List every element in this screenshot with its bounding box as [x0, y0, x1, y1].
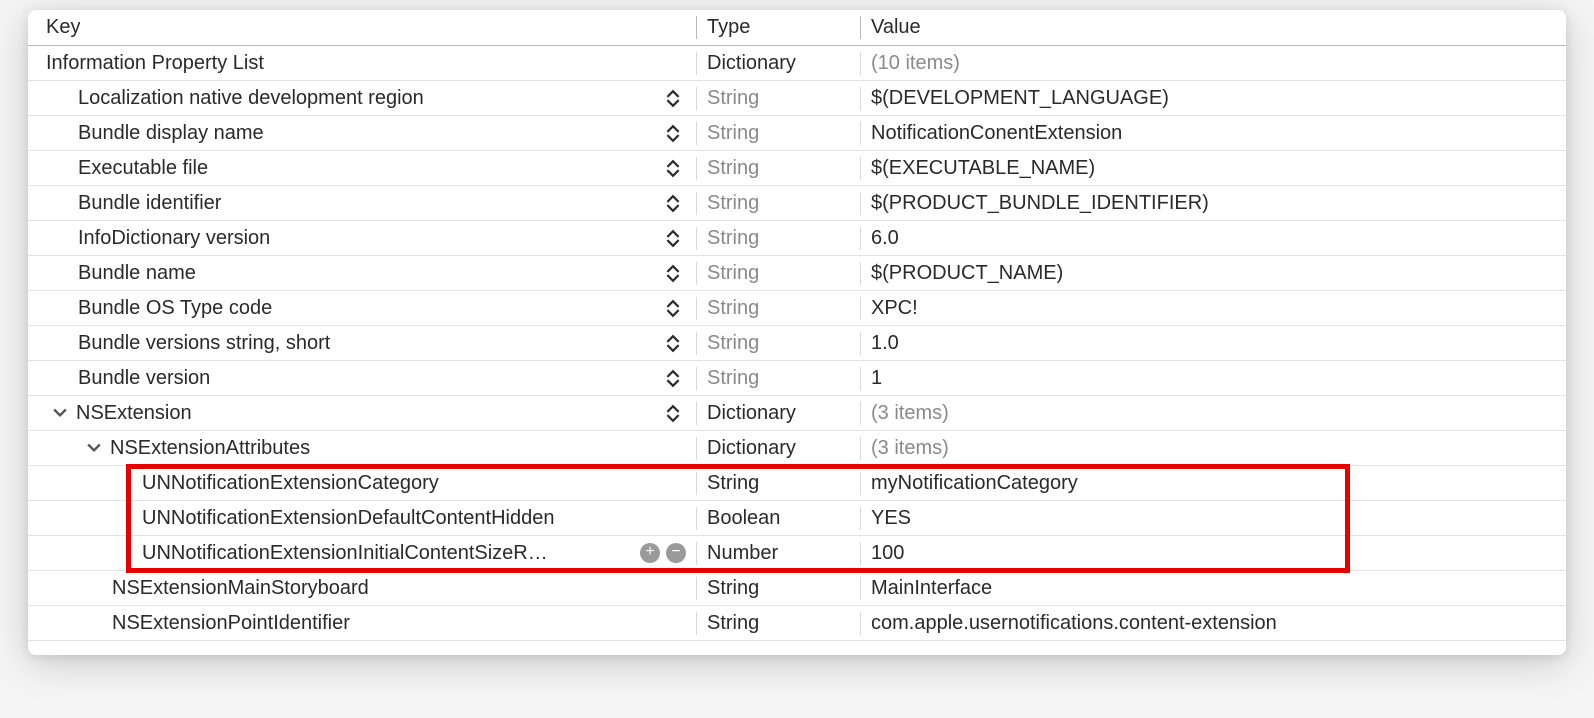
- row-key-label[interactable]: UNNotificationExtensionDefaultContentHid…: [28, 507, 554, 530]
- row-value-label[interactable]: $(DEVELOPMENT_LANGUAGE): [871, 87, 1169, 110]
- key-stepper-icon[interactable]: [666, 367, 682, 389]
- key-stepper-icon[interactable]: [666, 262, 682, 284]
- row-key-label[interactable]: NSExtensionPointIdentifier: [28, 612, 350, 635]
- header-type: Type: [707, 16, 750, 39]
- row-type-label[interactable]: String: [707, 157, 759, 180]
- table-header-row: Key Type Value: [28, 10, 1566, 46]
- chevron-down-icon[interactable]: [84, 438, 104, 458]
- row-type-label[interactable]: String: [707, 577, 759, 600]
- table-row[interactable]: NSExtensionAttributes Dictionary (3 items): [28, 431, 1566, 466]
- table-row[interactable]: Information Property List Dictionary (10 i…: [28, 46, 1566, 81]
- plist-editor-panel: Key Type Value Information Property List…: [28, 10, 1566, 655]
- row-type-label[interactable]: String: [707, 262, 759, 285]
- table-row[interactable]: Bundle versions string, short String 1.0: [28, 326, 1566, 361]
- row-value-label[interactable]: NotificationConentExtension: [871, 122, 1122, 145]
- key-stepper-icon[interactable]: [666, 87, 682, 109]
- table-row[interactable]: NSExtensionMainStoryboard String MainInter…: [28, 571, 1566, 606]
- row-value-label[interactable]: (10 items): [871, 52, 960, 75]
- remove-button[interactable]: −: [666, 543, 686, 563]
- table-row[interactable]: Executable file String $(EXECUTABLE_NAME): [28, 151, 1566, 186]
- row-value-label[interactable]: XPC!: [871, 297, 918, 320]
- key-stepper-icon[interactable]: [666, 192, 682, 214]
- row-key-label[interactable]: UNNotificationExtensionInitialContentSiz…: [28, 542, 548, 565]
- chevron-down-icon[interactable]: [50, 403, 70, 423]
- table-row[interactable]: Bundle OS Type code String XPC!: [28, 291, 1566, 326]
- row-key-label[interactable]: NSExtensionMainStoryboard: [28, 577, 369, 600]
- row-key-label[interactable]: Bundle name: [28, 262, 196, 285]
- key-stepper-icon[interactable]: [666, 297, 682, 319]
- row-value-label[interactable]: $(PRODUCT_NAME): [871, 262, 1063, 285]
- row-key-label[interactable]: InfoDictionary version: [28, 227, 270, 250]
- row-key-label[interactable]: NSExtensionAttributes: [110, 437, 310, 460]
- row-value-label[interactable]: 1: [871, 367, 882, 390]
- row-key-label[interactable]: NSExtension: [76, 402, 192, 425]
- table-row[interactable]: UNNotificationExtensionInitialContentSiz…: [28, 536, 1566, 571]
- row-type-label[interactable]: String: [707, 122, 759, 145]
- table-row[interactable]: Bundle version String 1: [28, 361, 1566, 396]
- row-type-label[interactable]: String: [707, 367, 759, 390]
- header-key: Key: [28, 16, 80, 39]
- row-key-label[interactable]: Information Property List: [28, 52, 264, 75]
- row-value-label[interactable]: 1.0: [871, 332, 899, 355]
- row-type-label[interactable]: String: [707, 192, 759, 215]
- row-key-label[interactable]: Bundle identifier: [28, 192, 221, 215]
- table-row[interactable]: UNNotificationExtensionCategory String myN…: [28, 466, 1566, 501]
- table-row[interactable]: NSExtensionPointIdentifier String com.appl…: [28, 606, 1566, 641]
- row-value-label[interactable]: (3 items): [871, 402, 949, 425]
- key-stepper-icon[interactable]: [666, 157, 682, 179]
- row-key-label[interactable]: Executable file: [28, 157, 208, 180]
- row-key-label[interactable]: Bundle OS Type code: [28, 297, 272, 320]
- key-stepper-icon[interactable]: [666, 402, 682, 424]
- row-key-label[interactable]: Bundle version: [28, 367, 210, 390]
- row-type-label[interactable]: Dictionary: [707, 52, 796, 75]
- row-type-label[interactable]: Dictionary: [707, 402, 796, 425]
- table-row[interactable]: NSExtension Dictionary (3 items): [28, 396, 1566, 431]
- table-row[interactable]: InfoDictionary version String 6.0: [28, 221, 1566, 256]
- table-row[interactable]: Bundle display name String NotificationCon…: [28, 116, 1566, 151]
- table-body: Information Property List Dictionary (10 i…: [28, 46, 1566, 641]
- table-row[interactable]: Localization native development region St…: [28, 81, 1566, 116]
- key-stepper-icon[interactable]: [666, 122, 682, 144]
- row-type-label[interactable]: String: [707, 297, 759, 320]
- row-type-label[interactable]: String: [707, 472, 759, 495]
- add-remove-buttons: +−: [640, 543, 686, 563]
- row-type-label[interactable]: Number: [707, 542, 778, 565]
- row-value-label[interactable]: com.apple.usernotifications.content-exte…: [871, 612, 1277, 635]
- row-type-label[interactable]: String: [707, 87, 759, 110]
- row-value-label[interactable]: (3 items): [871, 437, 949, 460]
- key-stepper-icon[interactable]: [666, 227, 682, 249]
- table-row[interactable]: Bundle identifier String $(PRODUCT_BUNDLE_…: [28, 186, 1566, 221]
- row-value-label[interactable]: $(PRODUCT_BUNDLE_IDENTIFIER): [871, 192, 1209, 215]
- row-key-label[interactable]: Bundle versions string, short: [28, 332, 330, 355]
- row-type-label[interactable]: String: [707, 612, 759, 635]
- row-value-label[interactable]: 100: [871, 542, 904, 565]
- row-value-label[interactable]: 6.0: [871, 227, 899, 250]
- row-type-label[interactable]: String: [707, 332, 759, 355]
- key-stepper-icon[interactable]: [666, 332, 682, 354]
- row-key-label[interactable]: Localization native development region: [28, 87, 424, 110]
- row-value-label[interactable]: YES: [871, 507, 911, 530]
- row-type-label[interactable]: Boolean: [707, 507, 780, 530]
- row-type-label[interactable]: String: [707, 227, 759, 250]
- header-value: Value: [871, 16, 921, 39]
- row-key-label[interactable]: UNNotificationExtensionCategory: [28, 472, 439, 495]
- row-key-label[interactable]: Bundle display name: [28, 122, 264, 145]
- row-type-label[interactable]: Dictionary: [707, 437, 796, 460]
- row-value-label[interactable]: $(EXECUTABLE_NAME): [871, 157, 1095, 180]
- add-button[interactable]: +: [640, 543, 660, 563]
- table-row[interactable]: Bundle name String $(PRODUCT_NAME): [28, 256, 1566, 291]
- table-row[interactable]: UNNotificationExtensionDefaultContentHid…: [28, 501, 1566, 536]
- row-value-label[interactable]: MainInterface: [871, 577, 992, 600]
- row-value-label[interactable]: myNotificationCategory: [871, 472, 1078, 495]
